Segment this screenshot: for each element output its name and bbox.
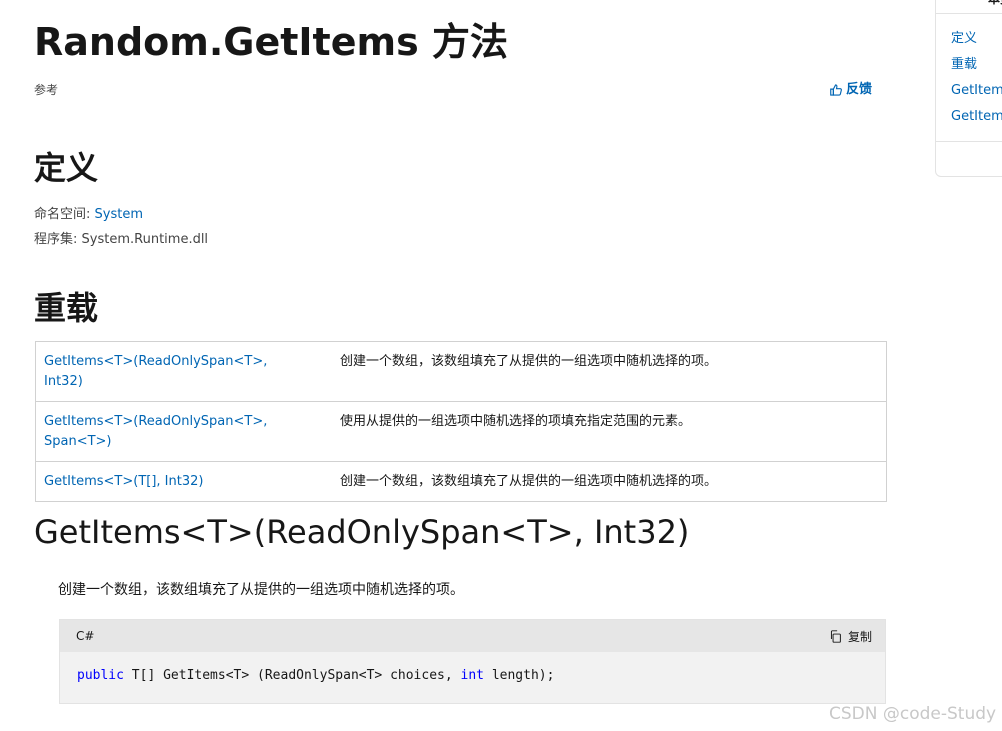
toc-header: 本页	[936, 0, 1002, 14]
toc-item-overloads[interactable]: 重载	[951, 56, 977, 74]
code-text: T[] GetItems<T> (ReadOnlySpan<T> choices…	[123, 668, 461, 683]
docs-page: Random.GetItems 方法 参考 反馈 定义 命名空间: System…	[0, 0, 1002, 731]
toc-item-getitems-2[interactable]: GetItems	[951, 108, 1002, 126]
code-text: length);	[484, 668, 555, 683]
toc-item-getitems-1[interactable]: GetItems	[951, 82, 1002, 100]
code-keyword: public	[77, 668, 124, 683]
overload-link[interactable]: GetItems<T>(ReadOnlySpan<T>, Span<T>)	[44, 412, 284, 452]
code-keyword: int	[460, 668, 484, 683]
overload-link[interactable]: GetItems<T>(T[], Int32)	[44, 474, 203, 489]
namespace-link[interactable]: System	[95, 207, 143, 222]
method-description: 创建一个数组，该数组填充了从提供的一组选项中随机选择的项。	[58, 582, 464, 598]
overload-description: 使用从提供的一组选项中随机选择的项填充指定范围的元素。	[316, 401, 887, 462]
feedback-button[interactable]: 反馈	[829, 81, 872, 99]
copy-icon	[830, 629, 841, 643]
toc-item-definition[interactable]: 定义	[951, 30, 977, 48]
watermark: CSDN @code-Study	[829, 704, 997, 724]
namespace-label: 命名空间:	[34, 207, 91, 222]
table-row: GetItems<T>(ReadOnlySpan<T>, Span<T>) 使用…	[35, 401, 887, 462]
overload-description: 创建一个数组，该数组填充了从提供的一组选项中随机选择的项。	[316, 461, 887, 502]
assembly-line: 程序集: System.Runtime.dll	[34, 231, 208, 249]
feedback-label: 反馈	[846, 82, 873, 97]
method-signature-heading: GetItems<T>(ReadOnlySpan<T>, Int32)	[34, 513, 690, 551]
assembly-value: System.Runtime.dll	[81, 232, 209, 247]
code-content: public T[] GetItems<T> (ReadOnlySpan<T> …	[60, 652, 885, 685]
assembly-label: 程序集:	[34, 232, 78, 247]
copy-label: 复制	[847, 629, 872, 644]
toc-divider	[936, 141, 1002, 142]
definition-heading: 定义	[34, 149, 99, 187]
overloads-heading: 重载	[34, 289, 99, 327]
reference-label: 参考	[34, 83, 59, 97]
overload-link[interactable]: GetItems<T>(ReadOnlySpan<T>, Int32)	[44, 354, 267, 389]
copy-button[interactable]: 复制	[829, 628, 872, 645]
in-this-article-toc: 本页 定义 重载 GetItems GetItems	[935, 0, 1002, 177]
code-block: C# 复制 public T[] GetItems<T> (ReadOnlySp…	[59, 619, 886, 704]
code-language-label: C#	[76, 629, 95, 643]
code-block-header: C# 复制	[60, 620, 885, 652]
overload-description: 创建一个数组，该数组填充了从提供的一组选项中随机选择的项。	[316, 341, 887, 402]
thumbs-up-icon	[830, 84, 842, 96]
table-row: GetItems<T>(T[], Int32) 创建一个数组，该数组填充了从提供…	[35, 461, 887, 502]
namespace-line: 命名空间: System	[34, 206, 143, 224]
overloads-table: GetItems<T>(ReadOnlySpan<T>, Int32) 创建一个…	[35, 341, 887, 502]
table-row: GetItems<T>(ReadOnlySpan<T>, Int32) 创建一个…	[35, 341, 887, 402]
page-title: Random.GetItems 方法	[34, 20, 508, 64]
